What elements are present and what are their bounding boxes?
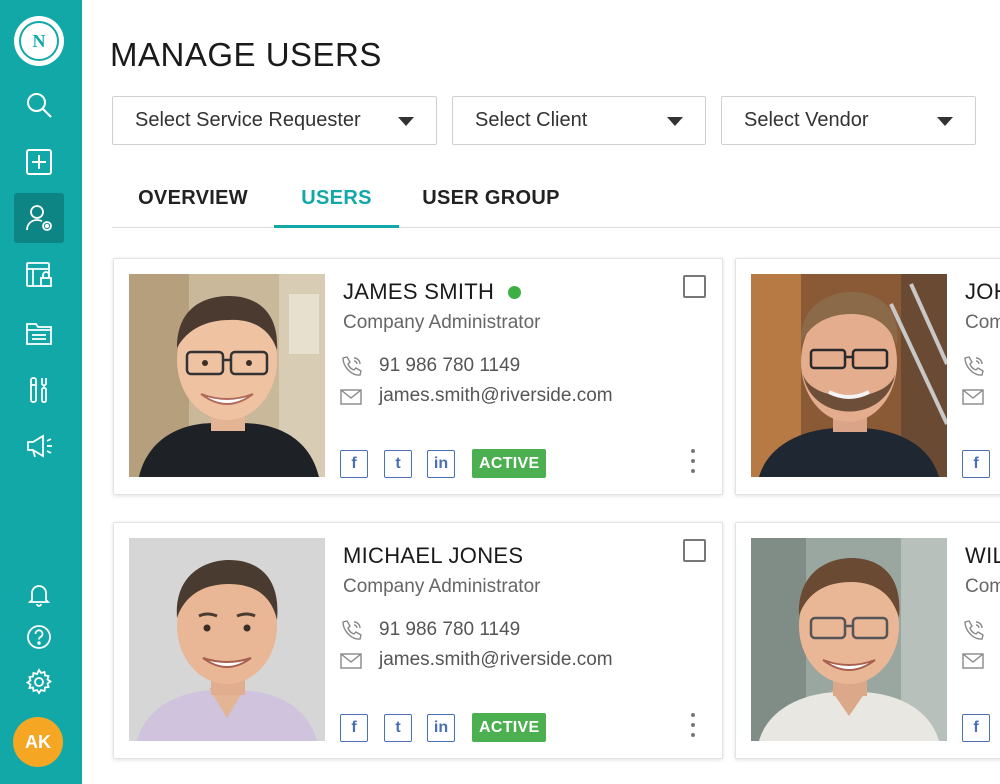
user-card[interactable]: MICHAEL JONES Company Administrator 91 9… [113,522,723,759]
folder-icon[interactable] [14,308,64,358]
user-role: Com [965,576,1000,597]
settings-icon[interactable] [14,657,64,707]
facebook-icon[interactable]: f [340,450,368,478]
user-name: JAMES SMITH [343,279,522,305]
service-requester-select[interactable]: Select Service Requester [112,96,437,145]
tab-users[interactable]: USERS [274,180,399,228]
sidebar: N AK [0,0,82,784]
phone-row: 91 986 780 1149 [339,355,520,377]
vendor-select[interactable]: Select Vendor [721,96,976,145]
user-avatar[interactable]: AK [13,717,63,767]
app-logo[interactable]: N [14,16,64,66]
mail-icon [340,653,362,669]
client-select[interactable]: Select Client [452,96,706,145]
mail-icon [962,653,984,669]
mail-icon [962,389,984,405]
secure-browser-icon[interactable] [14,250,64,300]
user-name-text: JAMES SMITH [343,279,495,304]
page-title: MANAGE USERS [110,36,382,73]
add-icon[interactable] [14,137,64,187]
user-photo [129,538,325,741]
tab-user-group[interactable]: USER GROUP [410,180,572,228]
phone-icon [964,620,984,640]
user-role: Company Administrator [343,576,541,597]
phone-icon [342,356,362,376]
phone-row: 91 986 780 1149 [339,619,520,641]
user-card[interactable]: WIL Com f [735,522,1000,759]
tab-bar: OVERVIEW USERS USER GROUP [112,180,1000,228]
user-card[interactable]: JOH Com f [735,258,1000,495]
more-options-icon[interactable] [690,449,696,473]
tools-icon[interactable] [14,365,64,415]
service-requester-value: Select Service Requester [135,109,361,131]
user-name-text: MICHAEL JONES [343,543,524,568]
user-role: Company Administrator [343,312,541,333]
client-value: Select Client [475,109,588,131]
phone-icon [342,620,362,640]
phone-row [961,355,1000,377]
user-photo [129,274,325,477]
mail-icon [340,389,362,405]
chevron-down-icon [667,117,683,126]
online-status-dot [508,285,522,299]
user-card[interactable]: JAMES SMITH Company Administrator 91 986… [113,258,723,495]
user-name-text: WIL [965,543,1000,568]
user-photo [751,274,947,477]
status-badge: ACTIVE [472,713,547,742]
chevron-down-icon [937,117,953,126]
status-badge: ACTIVE [472,449,547,478]
vendor-value: Select Vendor [744,109,869,131]
linkedin-icon[interactable]: in [427,714,455,742]
chevron-down-icon [398,117,414,126]
tab-overview[interactable]: OVERVIEW [122,180,264,228]
email-row [961,385,1000,407]
help-icon[interactable] [14,612,64,662]
megaphone-icon[interactable] [14,421,64,471]
twitter-icon[interactable]: t [384,714,412,742]
user-role: Com [965,312,1000,333]
user-name-text: JOH [965,279,1000,304]
email-row: james.smith@riverside.com [339,649,613,671]
linkedin-icon[interactable]: in [427,450,455,478]
facebook-icon[interactable]: f [962,450,990,478]
phone-number[interactable]: 91 986 780 1149 [379,619,520,641]
phone-number[interactable]: 91 986 780 1149 [379,355,520,377]
facebook-icon[interactable]: f [340,714,368,742]
email-address[interactable]: james.smith@riverside.com [379,385,613,407]
facebook-icon[interactable]: f [962,714,990,742]
select-checkbox[interactable] [683,275,706,298]
select-checkbox[interactable] [683,539,706,562]
user-name: MICHAEL JONES [343,543,523,569]
user-name: WIL [965,543,1000,569]
email-row [961,649,1000,671]
phone-row [961,619,1000,641]
email-address[interactable]: james.smith@riverside.com [379,649,613,671]
user-settings-icon[interactable] [14,193,64,243]
user-name: JOH [965,279,1000,305]
search-icon[interactable] [14,80,64,130]
phone-icon [964,356,984,376]
twitter-icon[interactable]: t [384,450,412,478]
logo-letter: N [19,21,59,61]
user-photo [751,538,947,741]
email-row: james.smith@riverside.com [339,385,613,407]
more-options-icon[interactable] [690,713,696,737]
